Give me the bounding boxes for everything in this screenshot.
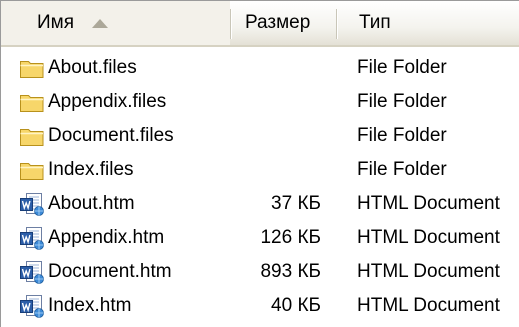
file-name: Index.files [48, 159, 134, 180]
file-name-cell: Appendix.files [19, 85, 166, 119]
file-size: 40 КБ [271, 295, 321, 316]
file-row[interactable]: Index.files File Folder [1, 153, 519, 187]
file-name-cell: Index.files [19, 153, 134, 187]
file-rows: About.files File Folder Appendix.files F… [1, 51, 519, 323]
file-type: File Folder [357, 91, 447, 112]
column-header-size[interactable]: Размер [231, 1, 336, 45]
file-size [237, 153, 321, 187]
column-header-size-label: Размер [245, 12, 311, 33]
file-name-cell: Document.files [19, 119, 174, 153]
folder-icon [20, 95, 44, 112]
file-list-view[interactable]: Имя Размер Тип About.files File Folder A… [0, 0, 519, 327]
column-header-name[interactable]: Имя [1, 1, 230, 45]
word-document-icon [20, 261, 44, 284]
file-name-cell: Appendix.htm [19, 221, 164, 255]
file-name: Appendix.htm [48, 227, 165, 248]
file-row[interactable]: Document.files File Folder [1, 119, 519, 153]
file-size: 893 КБ [260, 261, 321, 282]
file-size: 37 КБ [271, 193, 321, 214]
file-size [237, 119, 321, 153]
folder-icon [20, 129, 44, 146]
word-document-icon [20, 193, 44, 216]
file-name-cell: Index.htm [19, 289, 131, 323]
folder-icon [20, 163, 44, 180]
file-row[interactable]: About.htm 37 КБ HTML Document [1, 187, 519, 221]
file-row[interactable]: Index.htm 40 КБ HTML Document [1, 289, 519, 323]
file-name-cell: About.htm [19, 187, 135, 221]
column-header-bar: Имя Размер Тип [1, 1, 519, 47]
file-type: HTML Document [357, 193, 500, 214]
file-name-cell: About.files [19, 51, 137, 85]
file-name: Appendix.files [48, 91, 167, 112]
file-type: HTML Document [357, 261, 500, 282]
file-type: HTML Document [357, 295, 500, 316]
column-header-type-label: Тип [359, 12, 391, 33]
sort-ascending-icon [92, 18, 109, 28]
folder-icon [20, 61, 44, 78]
file-type: File Folder [357, 57, 447, 78]
file-name: Index.htm [48, 295, 132, 316]
file-name-cell: Document.htm [19, 255, 172, 289]
file-row[interactable]: About.files File Folder [1, 51, 519, 85]
file-name: About.htm [48, 193, 135, 214]
word-document-icon [20, 295, 44, 318]
file-row[interactable]: Document.htm 893 КБ HTML Document [1, 255, 519, 289]
file-name: Document.htm [48, 261, 172, 282]
column-header-type[interactable]: Тип [337, 1, 519, 45]
file-name: About.files [48, 57, 137, 78]
column-header-name-label: Имя [37, 12, 75, 33]
file-type: File Folder [357, 159, 447, 180]
file-row[interactable]: Appendix.files File Folder [1, 85, 519, 119]
file-type: File Folder [357, 125, 447, 146]
word-document-icon [20, 227, 44, 250]
file-name: Document.files [48, 125, 174, 146]
file-size: 126 КБ [260, 227, 321, 248]
file-size [237, 85, 321, 119]
file-size [237, 51, 321, 85]
file-row[interactable]: Appendix.htm 126 КБ HTML Document [1, 221, 519, 255]
file-type: HTML Document [357, 227, 500, 248]
